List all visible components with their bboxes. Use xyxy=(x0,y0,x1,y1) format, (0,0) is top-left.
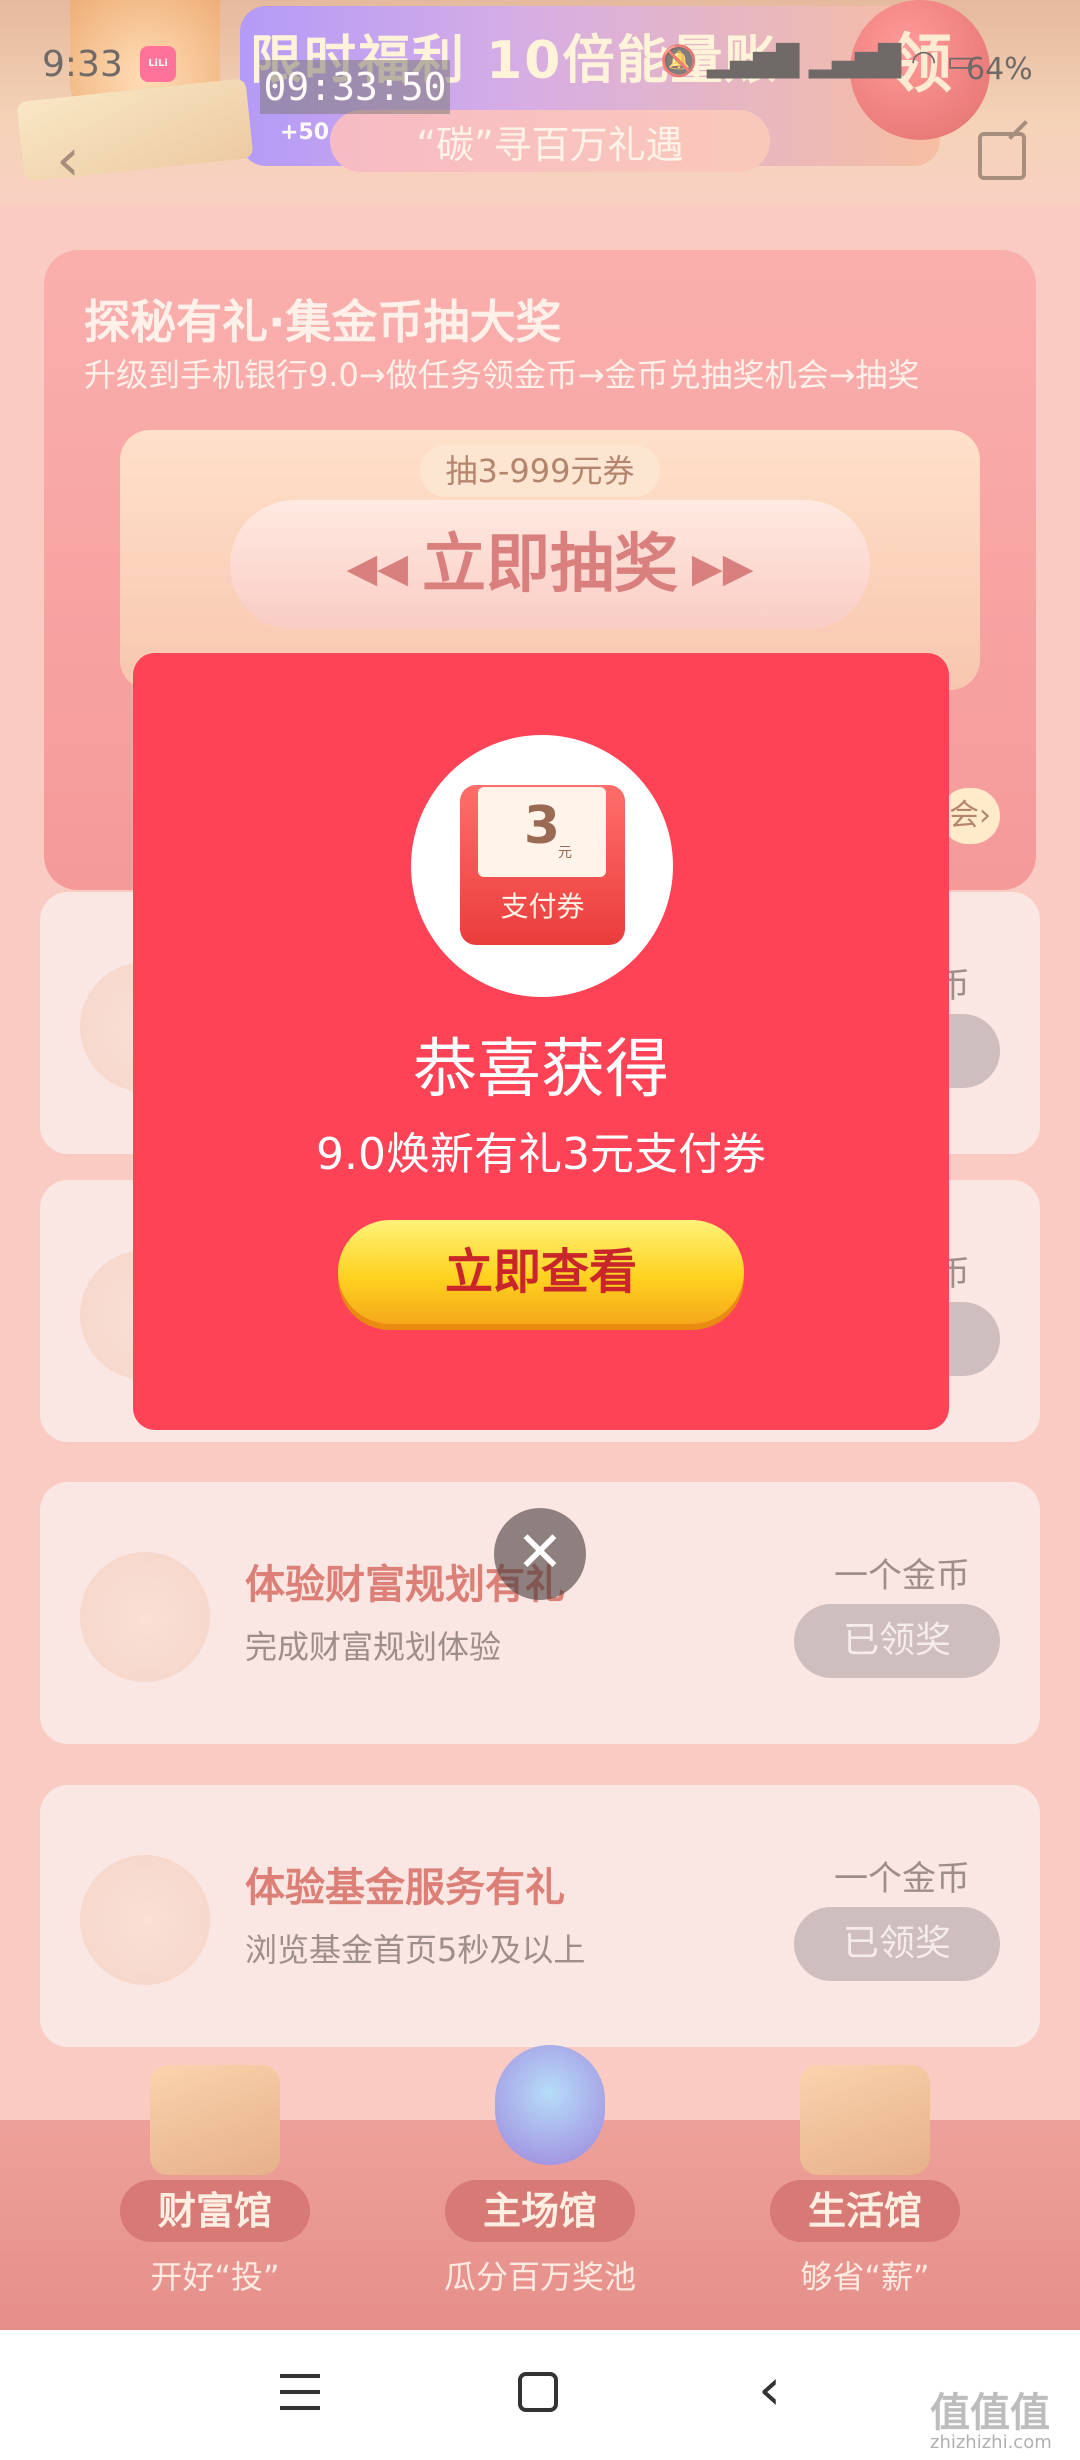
view-now-button[interactable]: 立即查看 xyxy=(338,1220,744,1324)
page: 限时福利 10倍能量账 “碳”寻百万礼遇 领 +50 9:33 LiLi 09:… xyxy=(0,0,1080,2460)
dialog-description: 9.0焕新有礼3元支付券 xyxy=(316,1129,766,1180)
watermark-logo: 值值值 xyxy=(930,2390,1050,2436)
home-icon[interactable] xyxy=(518,2372,558,2412)
voucher-unit: 元 xyxy=(558,845,572,861)
close-icon[interactable]: ✕ xyxy=(494,1508,586,1600)
dialog-title: 恭喜获得 xyxy=(413,1033,669,1107)
system-back-icon[interactable]: ‹ xyxy=(758,2360,781,2418)
voucher-label: 支付券 xyxy=(500,890,585,923)
menu-icon[interactable] xyxy=(280,2374,320,2410)
voucher-amount: 3 xyxy=(523,796,561,856)
watermark-site: zhizhizhi.com xyxy=(930,2432,1052,2453)
